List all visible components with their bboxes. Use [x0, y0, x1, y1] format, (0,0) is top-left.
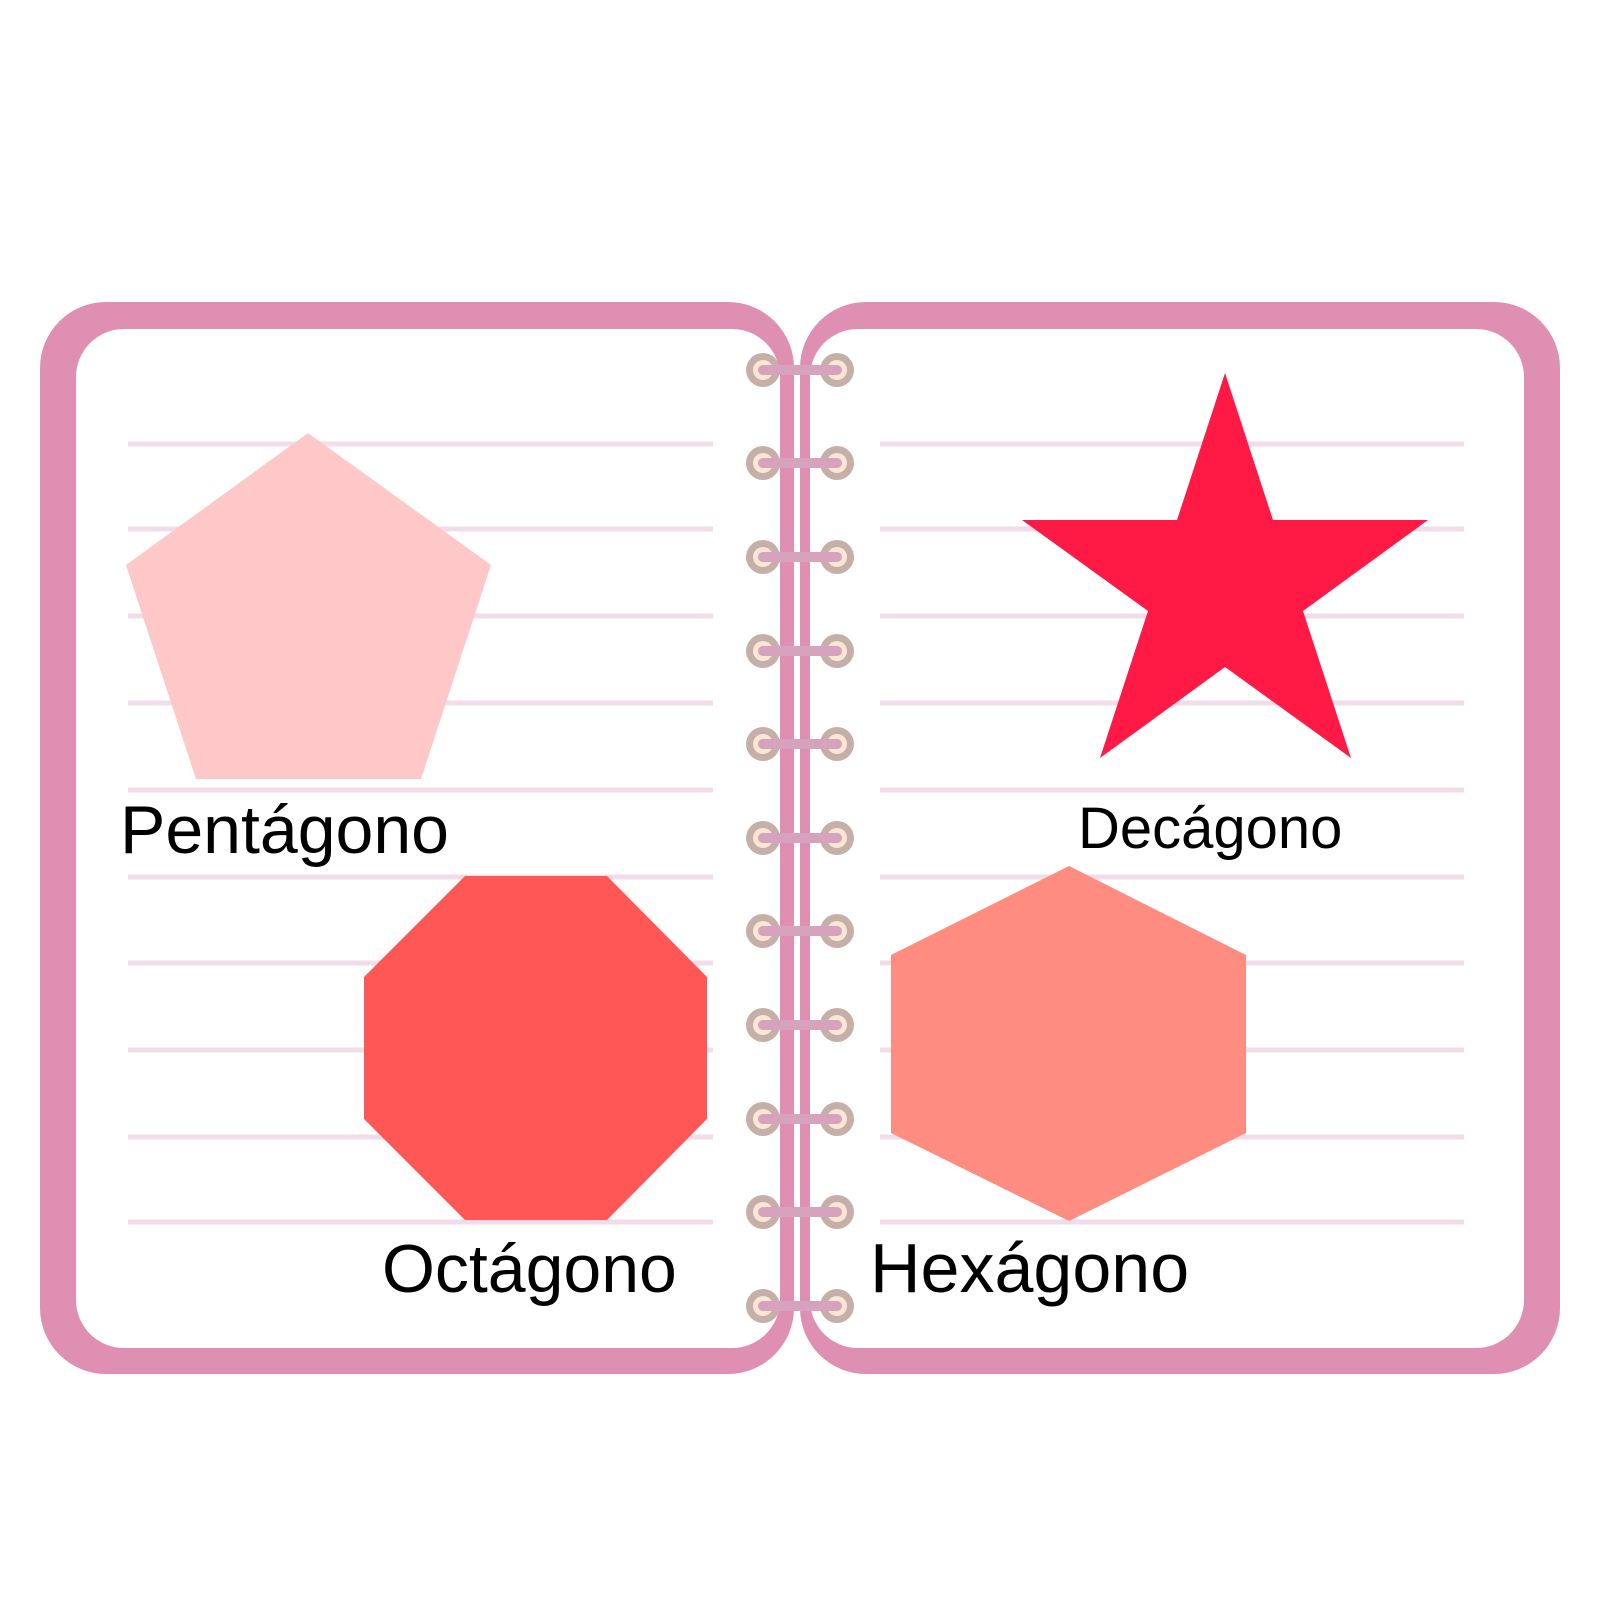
ring-wire	[758, 1114, 842, 1124]
ring-wire	[758, 833, 842, 843]
octagon-label: Octágono	[382, 1231, 677, 1307]
notebook-illustration: Pentágono Decágono Octágono Hexágono	[0, 0, 1600, 1600]
ring-wire	[758, 739, 842, 749]
notebook-canvas: Pentágono Decágono Octágono Hexágono	[40, 302, 1560, 1374]
ring-wire	[758, 1301, 842, 1311]
ring-wire	[758, 365, 842, 375]
hexagon-label: Hexágono	[870, 1229, 1189, 1307]
ring-wire	[758, 458, 842, 468]
octagon-icon	[364, 876, 707, 1220]
ring-wire	[758, 1020, 842, 1030]
pentagon-label: Pentágono	[120, 792, 449, 868]
ring-wire	[758, 926, 842, 936]
ring-wire	[758, 646, 842, 656]
decagon-label: Decágono	[1078, 796, 1342, 861]
ring-wire	[758, 552, 842, 562]
ring-wire	[758, 1207, 842, 1217]
